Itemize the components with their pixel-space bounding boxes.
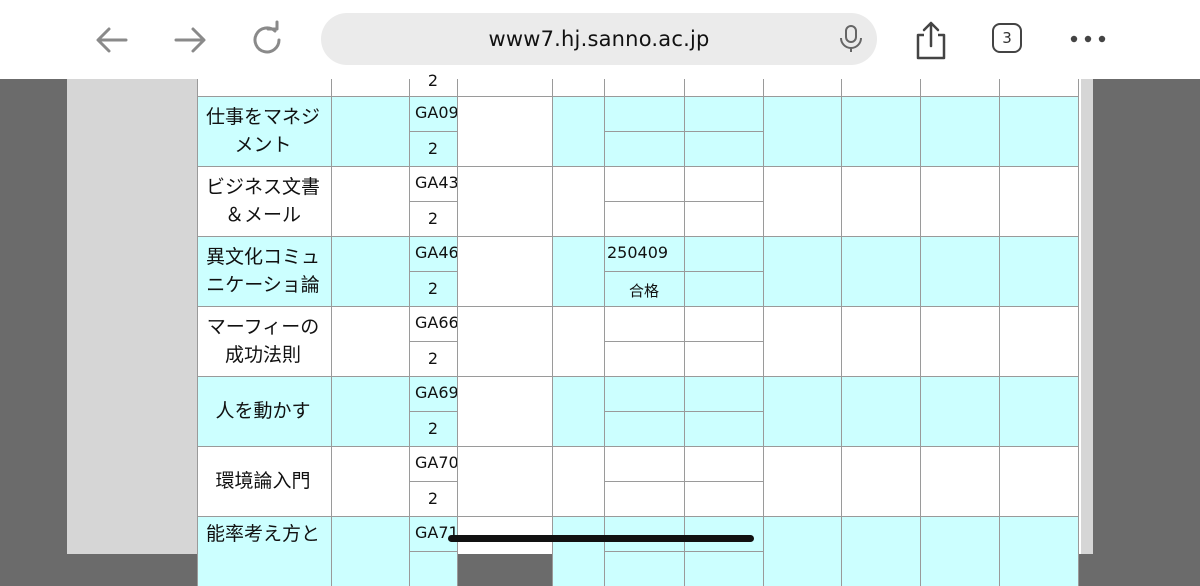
credit-value: 2 <box>427 209 439 228</box>
table-row: 人を動かす GA69 2 <box>197 376 1081 446</box>
course-code: GA70 <box>415 453 457 472</box>
course-name-line1: マーフィーの <box>206 316 320 338</box>
course-code: GA46 <box>415 243 457 262</box>
credit-value: 2 <box>427 71 439 90</box>
credit-value: 2 <box>427 349 439 368</box>
course-name-line1: ビジネス文書 <box>205 176 320 198</box>
share-icon[interactable] <box>912 20 950 60</box>
exam-date: 250409 <box>607 243 669 262</box>
table-row: 環境論入門 GA70 2 <box>197 446 1081 516</box>
course-code: GA43 <box>415 173 457 192</box>
exam-result: 合格 <box>628 282 659 300</box>
table-row: 異文化コミュ ニケーショ論 GA46 2 250409 合格 <box>197 236 1081 306</box>
course-name: 異文化コミュ ニケーショ論 <box>197 243 329 299</box>
table-row: マーフィーの 成功法則 GA66 2 <box>197 306 1081 376</box>
url-text: www7.hj.sanno.ac.jp <box>488 27 710 51</box>
table-row-partial: 2 <box>197 71 1081 96</box>
course-name-line1: 環境論入門 <box>215 470 311 492</box>
course-name-line1: 人を動かす <box>215 400 311 422</box>
course-name: 人を動かす <box>197 397 329 425</box>
course-code: GA69 <box>415 383 457 402</box>
table-row: 能率考え方と GA71 <box>197 516 1081 586</box>
address-bar[interactable]: www7.hj.sanno.ac.jp <box>321 13 877 65</box>
course-name-line1: 能率考え方と <box>205 523 320 545</box>
table-row: 仕事をマネジ メント GA09 2 <box>197 96 1081 166</box>
home-indicator <box>448 535 754 542</box>
tabs-icon[interactable]: 3 <box>992 23 1022 53</box>
course-name: ビジネス文書 ＆メール <box>197 173 329 229</box>
page-viewport[interactable]: 2 仕事をマネジ メント GA09 2 ビジネス文書 ＆メール GA43 2 異文化コミュ ニケー… <box>67 71 1093 586</box>
more-icon[interactable] <box>1068 33 1108 45</box>
back-arrow-icon[interactable] <box>92 20 132 60</box>
course-code: GA66 <box>415 313 457 332</box>
forward-arrow-icon[interactable] <box>170 20 210 60</box>
credit-value: 2 <box>427 139 439 158</box>
course-name: 能率考え方と <box>197 520 329 548</box>
credit-value: 2 <box>427 489 439 508</box>
browser-toolbar: www7.hj.sanno.ac.jp 3 <box>0 0 1200 79</box>
table-row: ビジネス文書 ＆メール GA43 2 <box>197 166 1081 236</box>
course-name: 環境論入門 <box>197 467 329 495</box>
course-name: 仕事をマネジ メント <box>197 103 329 159</box>
grades-table: 2 仕事をマネジ メント GA09 2 ビジネス文書 ＆メール GA43 2 異文化コミュ ニケー… <box>197 71 1081 586</box>
course-name-line1: 異文化コミュ <box>205 246 320 268</box>
course-name: マーフィーの 成功法則 <box>197 313 329 369</box>
microphone-icon[interactable] <box>838 25 864 53</box>
course-name-line2: ニケーショ論 <box>206 274 320 296</box>
credit-value: 2 <box>427 419 439 438</box>
credit-value: 2 <box>427 279 439 298</box>
course-name-line1: 仕事をマネジ <box>205 106 320 128</box>
course-code: GA09 <box>415 103 457 122</box>
reload-icon[interactable] <box>248 20 288 60</box>
course-name-line2: 成功法則 <box>224 344 301 366</box>
course-name-line2: メント <box>234 134 292 156</box>
course-name-line2: ＆メール <box>224 204 301 226</box>
